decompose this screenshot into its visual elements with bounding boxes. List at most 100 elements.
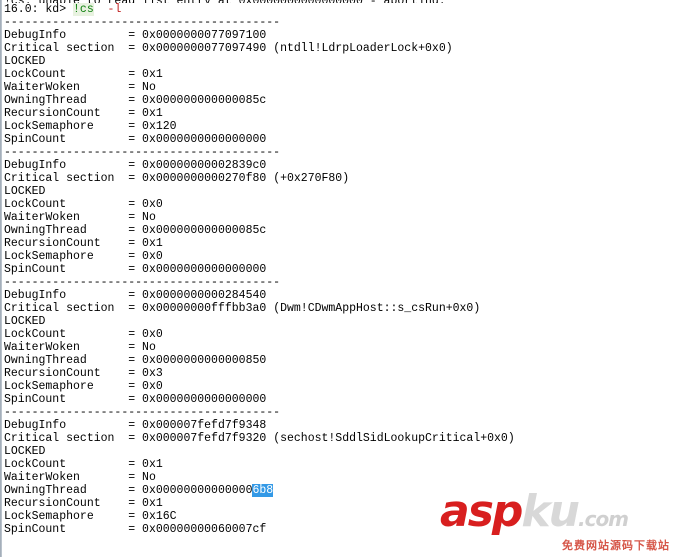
label-lock-semaphore: LockSemaphore <box>4 380 129 393</box>
command-prompt-line: 16.0: kd> !cs -l <box>4 3 676 16</box>
label-spin-count: SpinCount <box>4 263 129 276</box>
value-critical-section: 0x0000000077097490 <box>142 42 267 55</box>
label-lock-count: LockCount <box>4 458 129 471</box>
value-owning-thread: 0x0000000000000850 <box>142 354 267 367</box>
equals-sign: = <box>128 523 143 536</box>
separator-text: ---------------------------------------- <box>4 16 281 29</box>
separator-text: ---------------------------------------- <box>4 146 281 159</box>
label-debug-info: DebugInfo <box>4 289 129 302</box>
window-left-edge <box>0 0 2 557</box>
field-row-lock-semaphore: LockSemaphore = 0x120 <box>4 120 676 133</box>
label-critical-section: Critical section <box>4 172 129 185</box>
label-spin-count: SpinCount <box>4 523 129 536</box>
equals-sign: = <box>128 432 143 445</box>
value-critical-section: 0x000007fefd7f9320 <box>142 432 267 445</box>
equals-sign: = <box>128 458 143 471</box>
field-row-waiter-woken: WaiterWoken = No <box>4 211 676 224</box>
label-waiter-woken: WaiterWoken <box>4 81 129 94</box>
value-debug-info: 0x0000000000284540 <box>142 289 267 302</box>
selected-text-highlight[interactable]: 6b8 <box>252 484 274 497</box>
field-row-debug-info: DebugInfo = 0x0000000077097100 <box>4 29 676 42</box>
field-row-lock-count: LockCount = 0x0 <box>4 328 676 341</box>
label-critical-section: Critical section <box>4 432 129 445</box>
field-row-waiter-woken: WaiterWoken = No <box>4 81 676 94</box>
field-row-state: LOCKED <box>4 445 676 458</box>
value-waiter-woken: No <box>142 211 156 224</box>
symbol-critical-section: (+0x270F80) <box>273 172 350 185</box>
equals-sign: = <box>128 224 143 237</box>
field-row-waiter-woken: WaiterWoken = No <box>4 471 676 484</box>
label-owning-thread: OwningThread <box>4 224 129 237</box>
equals-sign: = <box>128 133 143 146</box>
value-recursion-count: 0x3 <box>142 367 163 380</box>
equals-sign: = <box>128 328 143 341</box>
field-row-critical-section: Critical section = 0x00000000fffbb3a0 (D… <box>4 302 676 315</box>
equals-sign: = <box>128 471 143 484</box>
equals-sign: = <box>128 172 143 185</box>
value-lock-count: 0x0 <box>142 328 163 341</box>
label-waiter-woken: WaiterWoken <box>4 341 129 354</box>
label-lock-semaphore: LockSemaphore <box>4 120 129 133</box>
field-row-critical-section: Critical section = 0x0000000000270f80 (+… <box>4 172 676 185</box>
label-owning-thread: OwningThread <box>4 484 129 497</box>
field-row-owning-thread: OwningThread = 0x000000000000006b8 <box>4 484 676 497</box>
separator-text: ---------------------------------------- <box>4 406 281 419</box>
field-row-state: LOCKED <box>4 185 676 198</box>
label-owning-thread: OwningThread <box>4 94 129 107</box>
field-row-state: LOCKED <box>4 55 676 68</box>
value-owning-thread: 0x00000000000000 <box>142 484 253 497</box>
field-row-recursion-count: RecursionCount = 0x1 <box>4 497 676 510</box>
debugger-console-output[interactable]: !cs: unable to read list entry at 0x0000… <box>4 0 676 557</box>
command-token[interactable]: !cs <box>73 3 94 16</box>
field-row-lock-count: LockCount = 0x1 <box>4 458 676 471</box>
value-lock-count: 0x1 <box>142 68 163 81</box>
label-waiter-woken: WaiterWoken <box>4 211 129 224</box>
field-row-lock-count: LockCount = 0x0 <box>4 198 676 211</box>
value-recursion-count: 0x1 <box>142 107 163 120</box>
value-waiter-woken: No <box>142 471 156 484</box>
command-gap <box>94 3 108 16</box>
value-lock-semaphore: 0x120 <box>142 120 177 133</box>
symbol-critical-section: (sechost!SddlSidLookupCritical+0x0) <box>273 432 515 445</box>
prompt-text: 16.0: kd> <box>4 3 74 16</box>
equals-sign: = <box>128 354 143 367</box>
value-waiter-woken: No <box>142 81 156 94</box>
field-row-lock-count: LockCount = 0x1 <box>4 68 676 81</box>
field-row-spin-count: SpinCount = 0x0000000000000000 <box>4 393 676 406</box>
value-spin-count: 0x0000000000000000 <box>142 263 267 276</box>
field-row-owning-thread: OwningThread = 0x0000000000000850 <box>4 354 676 367</box>
equals-sign: = <box>128 120 143 133</box>
label-spin-count: SpinCount <box>4 393 129 406</box>
label-recursion-count: RecursionCount <box>4 497 129 510</box>
equals-sign: = <box>128 367 143 380</box>
field-row-lock-semaphore: LockSemaphore = 0x0 <box>4 380 676 393</box>
label-waiter-woken: WaiterWoken <box>4 471 129 484</box>
value-recursion-count: 0x1 <box>142 237 163 250</box>
equals-sign: = <box>128 68 143 81</box>
equals-sign: = <box>128 419 143 432</box>
label-critical-section: Critical section <box>4 42 129 55</box>
field-row-owning-thread: OwningThread = 0x000000000000085c <box>4 94 676 107</box>
command-argument-token[interactable]: -l <box>108 3 122 16</box>
value-critical-section: 0x00000000fffbb3a0 <box>142 302 267 315</box>
value-lock-count: 0x0 <box>142 198 163 211</box>
value-state: LOCKED <box>4 445 46 458</box>
field-row-recursion-count: RecursionCount = 0x1 <box>4 107 676 120</box>
value-owning-thread: 0x000000000000085c <box>142 224 267 237</box>
equals-sign: = <box>128 94 143 107</box>
value-recursion-count: 0x1 <box>142 497 163 510</box>
label-recursion-count: RecursionCount <box>4 237 129 250</box>
value-debug-info: 0x0000000077097100 <box>142 29 267 42</box>
equals-sign: = <box>128 81 143 94</box>
field-row-spin-count: SpinCount = 0x0000000000000000 <box>4 133 676 146</box>
equals-sign: = <box>128 393 143 406</box>
label-recursion-count: RecursionCount <box>4 107 129 120</box>
equals-sign: = <box>128 107 143 120</box>
symbol-critical-section: (Dwm!CDwmAppHost::s_csRun+0x0) <box>273 302 481 315</box>
block-separator: ---------------------------------------- <box>4 276 676 289</box>
field-row-critical-section: Critical section = 0x0000000077097490 (n… <box>4 42 676 55</box>
field-row-debug-info: DebugInfo = 0x0000000000284540 <box>4 289 676 302</box>
value-critical-section: 0x0000000000270f80 <box>142 172 267 185</box>
symbol-critical-section: (ntdll!LdrpLoaderLock+0x0) <box>273 42 453 55</box>
field-row-lock-semaphore: LockSemaphore = 0x16C <box>4 510 676 523</box>
